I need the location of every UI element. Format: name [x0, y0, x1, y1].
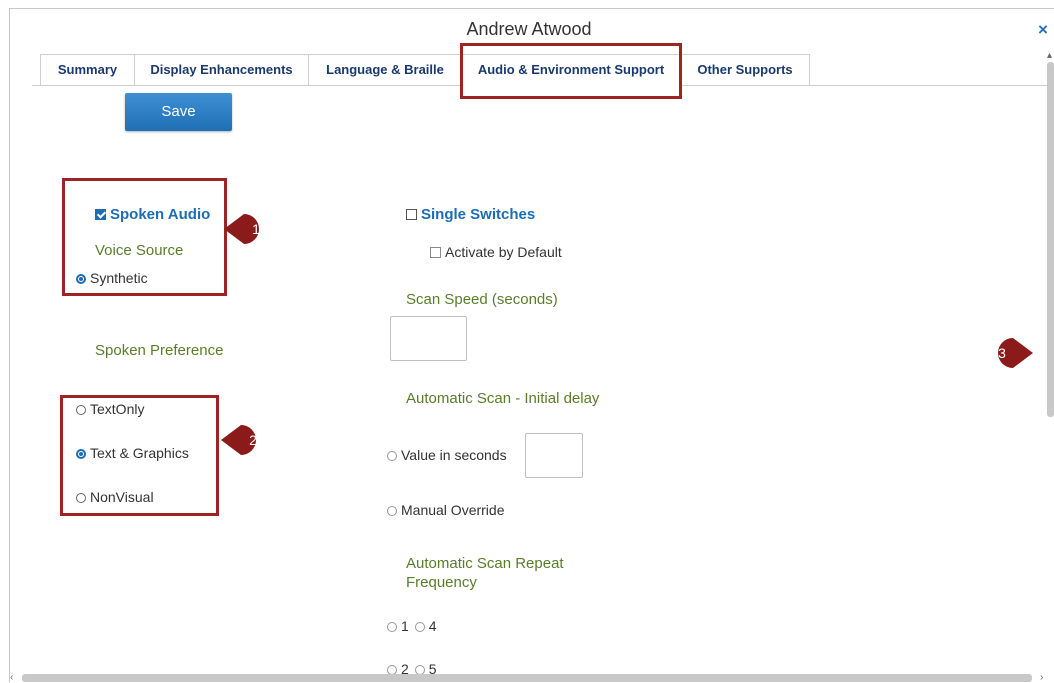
repeat-frequency-heading-line1: Automatic Scan Repeat: [406, 555, 564, 572]
freq-4-radio[interactable]: [414, 622, 425, 632]
textonly-label: TextOnly: [90, 401, 145, 417]
single-switches-checkbox[interactable]: [406, 209, 417, 220]
dialog-title: Andrew Atwood: [466, 19, 592, 39]
freq-1-label: 1: [401, 618, 409, 634]
scroll-right-arrow-icon[interactable]: ›: [1040, 672, 1043, 683]
close-icon[interactable]: ×: [1038, 20, 1048, 40]
manual-override-label: Manual Override: [401, 502, 505, 518]
dialog-left-border: [9, 8, 10, 682]
value-in-seconds-label: Value in seconds: [401, 447, 507, 463]
highlight-active-tab: [460, 43, 682, 99]
callout-marker-3: 3: [991, 337, 1035, 369]
text-graphics-radio[interactable]: [76, 449, 86, 459]
activate-by-default-checkbox[interactable]: [430, 247, 441, 258]
voice-source-synthetic-option[interactable]: Synthetic: [76, 270, 148, 286]
callout-marker-2-label: 2: [249, 432, 257, 448]
freq-4-label: 4: [428, 618, 437, 634]
scroll-up-arrow-icon[interactable]: ▴: [1047, 50, 1052, 61]
tab-summary[interactable]: Summary: [40, 54, 135, 85]
scan-speed-input[interactable]: [390, 316, 467, 361]
activate-by-default-label: Activate by Default: [445, 244, 562, 260]
scroll-left-arrow-icon[interactable]: ‹: [10, 672, 13, 683]
nonvisual-label: NonVisual: [90, 489, 154, 505]
callout-marker-3-label: 3: [998, 345, 1006, 361]
settings-dialog: Andrew Atwood × Summary Display Enhancem…: [0, 0, 1054, 683]
text-graphics-label: Text & Graphics: [90, 445, 189, 461]
voice-source-heading: Voice Source: [95, 242, 184, 259]
callout-marker-2: 2: [219, 424, 263, 456]
activate-by-default-row[interactable]: Activate by Default: [430, 244, 562, 260]
single-switches-label: Single Switches: [421, 206, 536, 223]
tab-display-enhancements[interactable]: Display Enhancements: [134, 54, 309, 85]
vertical-scrollbar[interactable]: [1047, 62, 1054, 417]
repeat-frequency-heading: Automatic Scan Repeat Frequency: [406, 554, 564, 592]
manual-override-option[interactable]: Manual Override: [387, 502, 505, 518]
spoken-audio-checkbox[interactable]: [95, 209, 106, 220]
freq-1-radio[interactable]: [387, 622, 397, 632]
text-graphics-option[interactable]: Text & Graphics: [76, 445, 189, 461]
initial-delay-input[interactable]: [525, 433, 583, 478]
nonvisual-option[interactable]: NonVisual: [76, 489, 154, 505]
spoken-audio-checkbox-row[interactable]: Spoken Audio: [95, 206, 210, 223]
callout-marker-1-label: 1: [252, 221, 260, 237]
spoken-preference-heading: Spoken Preference: [95, 342, 224, 359]
value-in-seconds-radio[interactable]: [387, 451, 397, 461]
textonly-radio[interactable]: [76, 405, 86, 415]
save-button[interactable]: Save: [125, 93, 232, 131]
manual-override-radio[interactable]: [387, 506, 397, 516]
nonvisual-radio[interactable]: [76, 493, 86, 503]
textonly-option[interactable]: TextOnly: [76, 401, 144, 417]
synthetic-label: Synthetic: [90, 270, 148, 286]
dialog-top-border: [9, 8, 1054, 9]
tab-other-supports[interactable]: Other Supports: [680, 54, 810, 85]
horizontal-scrollbar[interactable]: [22, 674, 1032, 682]
initial-delay-heading: Automatic Scan - Initial delay: [406, 390, 600, 407]
value-in-seconds-option[interactable]: Value in seconds: [387, 447, 507, 463]
scan-speed-heading: Scan Speed (seconds): [406, 291, 558, 308]
synthetic-radio[interactable]: [76, 274, 86, 284]
tab-language-braille[interactable]: Language & Braille: [308, 54, 462, 85]
repeat-frequency-row1: 1 4: [387, 618, 436, 634]
single-switches-row[interactable]: Single Switches: [406, 206, 535, 223]
spoken-audio-label: Spoken Audio: [110, 206, 211, 223]
callout-marker-1: 1: [222, 213, 266, 245]
repeat-frequency-heading-line2: Frequency: [406, 574, 477, 591]
